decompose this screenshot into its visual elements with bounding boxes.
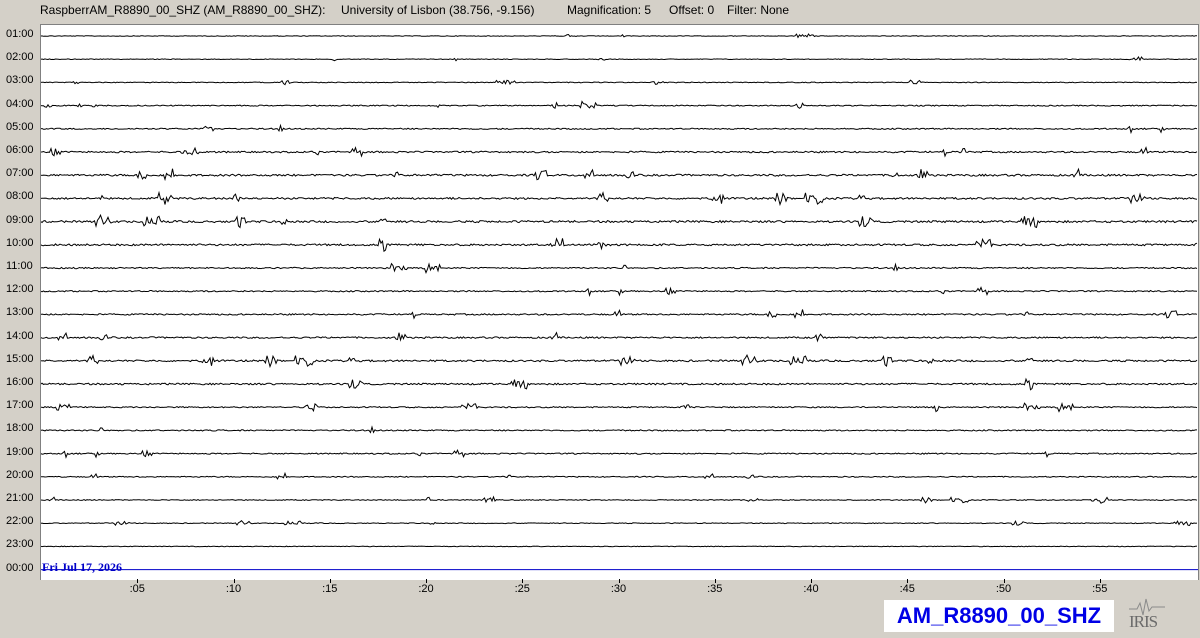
hour-label: 06:00 [6, 144, 34, 156]
hour-label: 09:00 [6, 213, 34, 226]
trace-line [41, 519, 1198, 527]
trace-line [41, 79, 1198, 86]
hour-label: 22:00 [6, 515, 34, 528]
helicorder-plot [40, 24, 1199, 580]
trace-line [41, 33, 1197, 39]
plot-header: RaspberrAM_R8890_00_SHZ (AM_R8890_00_SHZ… [0, 0, 1200, 20]
minute-tick-label: :15 [322, 583, 338, 595]
trace-line [41, 213, 1198, 229]
magnification-setting: Magnification: 5 [567, 3, 652, 17]
hour-label: 23:00 [6, 538, 34, 551]
trace-line [41, 448, 1198, 459]
station-label-text: AM_R8890_00_SHZ [896, 603, 1102, 628]
minute-tick-label: :30 [610, 583, 627, 595]
hour-label: 14:00 [6, 329, 34, 342]
trace-line [41, 309, 1198, 320]
trace-line [41, 146, 1198, 158]
hour-label: 05:00 [6, 120, 34, 133]
hour-label: 21:00 [6, 492, 34, 504]
minute-tick-mark [522, 579, 524, 583]
trace-line [41, 331, 1197, 343]
trace-line [41, 167, 1198, 182]
trace-line [41, 262, 1198, 274]
minute-tick-label: :25 [514, 583, 530, 595]
hour-label: 19:00 [6, 445, 34, 458]
trace-line [41, 471, 1198, 480]
hour-label: 08:00 [6, 190, 34, 203]
hour-label: 17:00 [6, 399, 34, 412]
minute-tick-label: :50 [995, 583, 1012, 595]
minute-tick-label: :35 [707, 583, 723, 595]
hour-label: 10:00 [6, 236, 34, 249]
minute-tick-label: :05 [129, 583, 145, 595]
trace-line [41, 402, 1198, 413]
trace-line [41, 495, 1198, 504]
hour-label: 12:00 [6, 283, 34, 296]
minute-tick-label: :20 [418, 583, 434, 595]
date-label: Fri Jul 17, 2026 [42, 560, 122, 574]
hour-label: 18:00 [6, 422, 34, 435]
minute-tick-mark [233, 579, 235, 583]
hour-label: 03:00 [6, 74, 34, 87]
hour-label: 16:00 [6, 376, 34, 388]
trace-line [41, 377, 1198, 391]
minute-tick-mark [1003, 579, 1005, 583]
hour-label: 02:00 [6, 51, 34, 64]
trace-line [41, 545, 1198, 548]
station-location: University of Lisbon (38.756, -9.156) [341, 3, 535, 17]
logo-text: IRIS [1129, 612, 1158, 631]
minute-tick-mark [137, 579, 139, 583]
minute-tick-mark [907, 579, 909, 583]
filter-setting: Filter: None [727, 3, 790, 17]
minute-tick-mark [618, 579, 620, 583]
trace-line [41, 123, 1198, 135]
minute-tick-mark [1099, 579, 1101, 583]
hour-label: 00:00 [6, 561, 34, 574]
minute-tick-mark [329, 579, 331, 583]
trace-line [41, 425, 1197, 434]
trace-line [41, 190, 1198, 207]
trace-line [41, 286, 1198, 297]
trace-line [41, 56, 1197, 62]
hour-label: 11:00 [6, 260, 33, 272]
minute-tick-mark [811, 579, 812, 583]
trace-line [41, 353, 1198, 369]
trace-line [41, 100, 1198, 109]
station-label: AM_R8890_00_SHZ [884, 600, 1114, 632]
hour-label: 04:00 [6, 97, 34, 110]
hour-label: 01:00 [6, 28, 34, 40]
minute-tick-label: :45 [899, 583, 915, 595]
minute-tick-mark [714, 579, 716, 583]
offset-setting: Offset: 0 [669, 3, 715, 17]
minute-tick-label: :55 [1092, 583, 1108, 595]
minute-tick-label: :10 [225, 583, 242, 595]
hour-label: 13:00 [6, 306, 34, 319]
trace-line [41, 237, 1198, 253]
channel-name: RaspberrAM_R8890_00_SHZ (AM_R8890_00_SHZ… [40, 3, 326, 17]
hour-label: 20:00 [6, 468, 34, 481]
seismogram-traces [41, 33, 1198, 571]
hour-label: 15:00 [6, 352, 34, 365]
hour-label: 07:00 [6, 167, 34, 180]
iris-logo: IRIS [1127, 595, 1167, 633]
minute-tick-label: :40 [803, 583, 819, 595]
minute-tick-mark [426, 579, 427, 583]
